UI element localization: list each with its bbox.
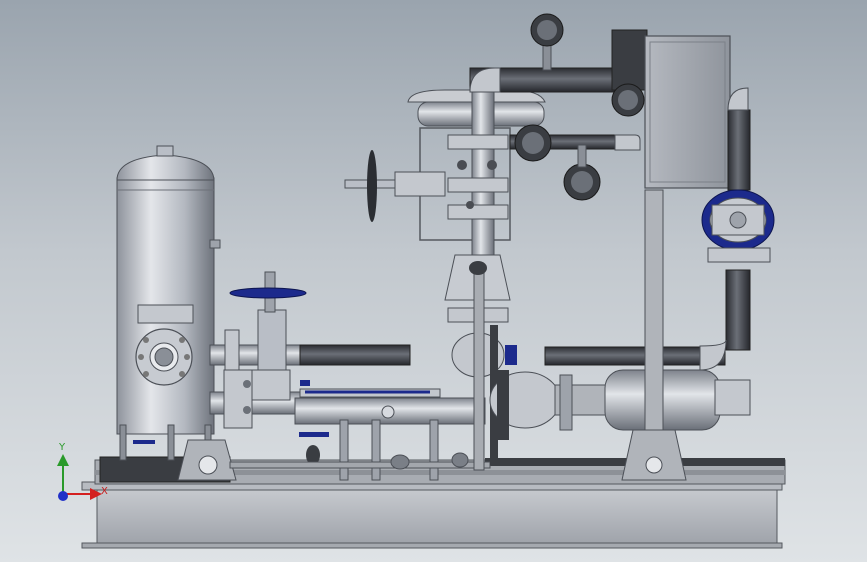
cad-viewport[interactable]: Y X — [0, 0, 867, 562]
electrical-cabinet[interactable] — [644, 35, 731, 189]
triad-y-label: Y — [59, 442, 66, 453]
pressure-gauge-3[interactable] — [514, 124, 552, 162]
pressure-gauge-4[interactable] — [563, 144, 601, 201]
triad-x-label: X — [101, 486, 108, 497]
tank-manhole-flange — [135, 304, 194, 386]
gate-valve-handwheel[interactable] — [229, 287, 307, 299]
butterfly-valve[interactable] — [701, 189, 775, 263]
support-saddle-left — [177, 439, 237, 481]
control-valve-handwheel[interactable] — [367, 150, 377, 222]
support-saddle-right — [621, 189, 687, 481]
pump-skid-model[interactable] — [0, 0, 867, 562]
discharge-pipe-dark — [544, 346, 726, 366]
vertical-tank[interactable] — [116, 145, 221, 461]
pressure-gauge-2[interactable] — [611, 83, 645, 117]
pressure-gauge[interactable] — [530, 13, 564, 47]
pump[interactable] — [489, 369, 751, 440]
